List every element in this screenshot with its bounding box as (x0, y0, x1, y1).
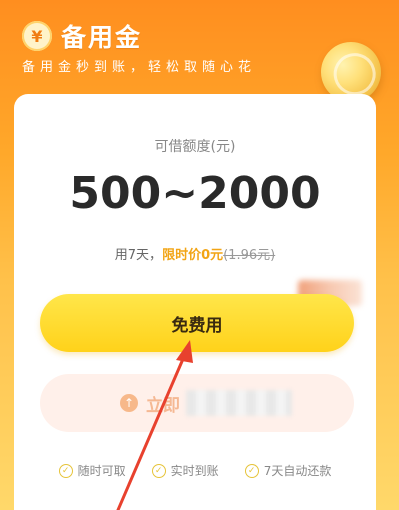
apply-now-label: 立即 (146, 395, 180, 416)
feature-item: ✓ 随时可取 (58, 462, 126, 479)
slogan: 备用金秒到账，轻松取随心花 (22, 60, 257, 75)
yuan-coin-icon: ¥ (22, 21, 52, 51)
check-icon: ✓ (244, 463, 259, 478)
feature-list: ✓ 随时可取 ✓ 实时到账 ✓ 7天自动还款 (14, 462, 376, 479)
feature-item: ✓ 7天自动还款 (244, 462, 332, 479)
quota-label: 可借额度(元) (154, 139, 236, 155)
feature-item: ✓ 实时到账 (151, 462, 219, 479)
feature-label: 随时可取 (77, 464, 126, 478)
up-arrow-icon: ↑ (120, 394, 138, 412)
free-use-button[interactable]: 免费用 (40, 294, 354, 352)
fee-highlight: 限时价0元 (162, 248, 224, 263)
apply-now-button[interactable]: ↑ 立即 (40, 374, 354, 432)
fee-line: 用7天，限时价0元(1.96元) (14, 244, 376, 263)
blurred-text (186, 390, 292, 416)
app-header: ¥ 备用金 (22, 18, 142, 54)
loan-card: 可借额度(元) 500~2000 用7天，限时价0元(1.96元) 免费用 ↑ … (14, 94, 376, 510)
page-title: 备用金 (61, 23, 143, 52)
fee-original: (1.96元) (223, 248, 276, 263)
feature-label: 实时到账 (170, 464, 219, 478)
check-icon: ✓ (58, 463, 73, 478)
check-icon: ✓ (151, 463, 166, 478)
quota-amount: 500~2000 (69, 168, 321, 219)
feature-label: 7天自动还款 (263, 464, 332, 478)
fee-prefix: 用7天， (114, 248, 163, 263)
